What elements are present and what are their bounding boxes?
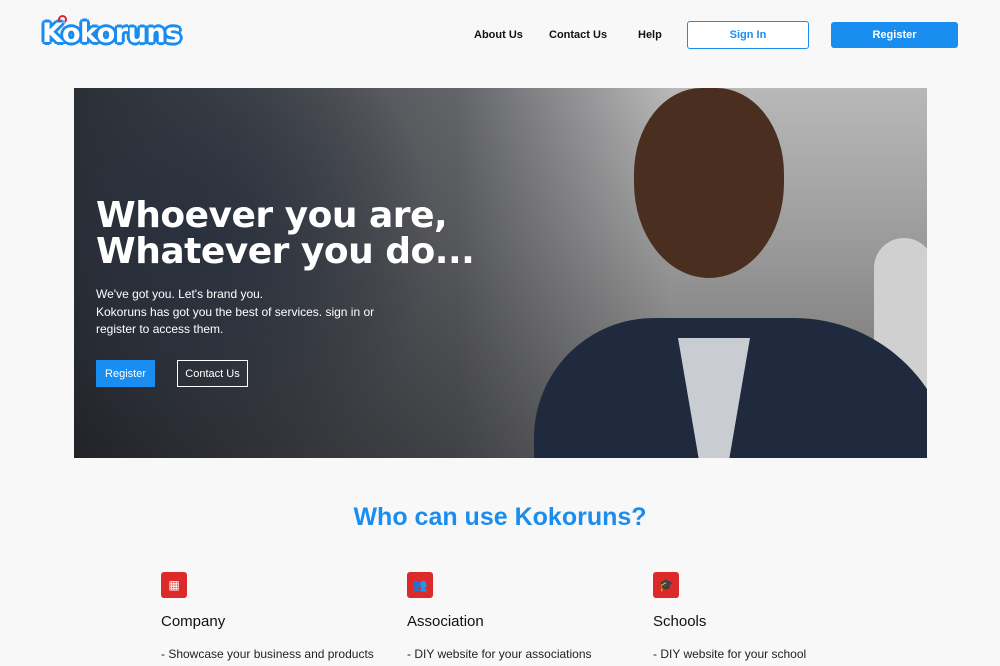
card-title: Association — [407, 613, 484, 630]
nav-about-us[interactable]: About Us — [474, 29, 523, 41]
sign-in-button[interactable]: Sign In — [687, 21, 809, 49]
card-title: Company — [161, 613, 226, 630]
building-icon: ▦ — [161, 572, 187, 598]
hero-photo-foreground — [74, 88, 434, 458]
card-title: Schools — [653, 613, 707, 630]
nav-help[interactable]: Help — [638, 29, 662, 41]
hero-photo-head — [634, 88, 784, 278]
hero-title: Whoever you are, Whatever you do... — [96, 195, 475, 272]
card-item: - Showcase your business and products — [161, 647, 374, 661]
users-icon: 👥 — [407, 572, 433, 598]
hero-contact-button[interactable]: Contact Us — [177, 360, 248, 387]
graduation-cap-icon: 🎓 — [653, 572, 679, 598]
hero-register-button[interactable]: Register — [96, 360, 155, 387]
section-title: Who can use Kokoruns? — [353, 503, 647, 531]
card-company: ▦ Company - Showcase your business and p… — [161, 572, 391, 661]
nav-contact-us[interactable]: Contact Us — [549, 29, 607, 41]
card-schools: 🎓 Schools - DIY website for your school — [653, 572, 883, 661]
register-button[interactable]: Register — [831, 22, 958, 48]
card-association: 👥 Association - DIY website for your ass… — [407, 572, 637, 661]
card-item: - DIY website for your school — [653, 647, 807, 661]
card-item: - DIY website for your associations — [407, 647, 592, 661]
hero-banner: Whoever you are, Whatever you do... We've… — [74, 88, 927, 458]
hero-text: We've got you. Let's brand you. Kokoruns … — [96, 287, 375, 336]
logo[interactable]: Kokoruns — [42, 15, 181, 49]
logo-heart-icon — [58, 15, 67, 24]
